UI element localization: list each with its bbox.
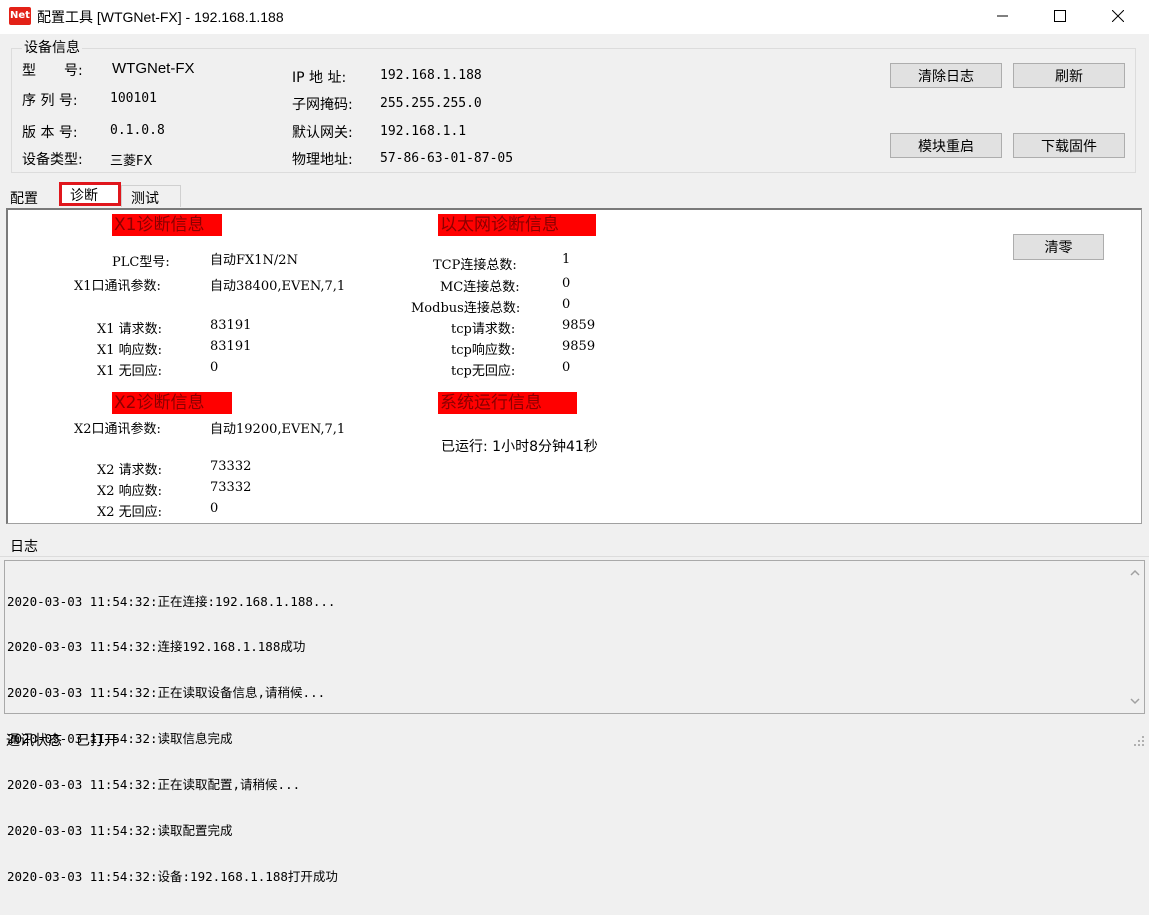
device-info-title: 设备信息 xyxy=(22,37,82,57)
status-value: 已打开 xyxy=(76,733,118,749)
x1-noresp-label: X1 无回应: xyxy=(97,364,163,379)
restart-button[interactable]: 模块重启 xyxy=(890,133,1002,158)
maximize-icon xyxy=(1054,10,1066,22)
type-value: 三菱FX xyxy=(110,154,153,169)
x1-resp-label: X1 响应数: xyxy=(97,343,163,358)
log-scrollbar[interactable] xyxy=(1126,561,1144,713)
ip-label: IP 地 址: xyxy=(292,70,347,86)
type-label: 设备类型: xyxy=(22,152,83,168)
status-bar: 通讯状态 已打开 xyxy=(0,727,1149,750)
ethernet-diag-header: 以太网诊断信息 xyxy=(438,214,596,236)
mask-label: 子网掩码: xyxy=(292,97,353,113)
mc-total-value: 0 xyxy=(562,276,571,291)
tcp-total-value: 1 xyxy=(562,252,571,267)
x2-resp-value: 73332 xyxy=(210,480,252,495)
gateway-value: 192.168.1.1 xyxy=(380,124,467,139)
scrollbar-arrows-icon xyxy=(1130,569,1140,705)
tcp-noresp-label: tcp无回应: xyxy=(451,364,516,379)
x1-params-value: 自动38400,EVEN,7,1 xyxy=(210,279,346,294)
x2-params-value: 自动19200,EVEN,7,1 xyxy=(210,422,346,437)
model-value: WTGNet-FX xyxy=(112,60,195,77)
x2-params-label: X2口通讯参数: xyxy=(74,422,161,437)
x1-diag-header: X1诊断信息 xyxy=(112,214,222,236)
mc-total-label: MC连接总数: xyxy=(440,280,520,295)
clear-log-button[interactable]: 清除日志 xyxy=(890,63,1002,88)
x1-noresp-value: 0 xyxy=(210,360,219,375)
window-title: 配置工具 [WTGNet-FX] - 192.168.1.188 xyxy=(37,9,284,25)
mac-label: 物理地址: xyxy=(292,152,353,168)
maximize-button[interactable] xyxy=(1037,0,1083,32)
tcp-total-label: TCP连接总数: xyxy=(433,258,517,273)
log-textarea[interactable]: 2020-03-03 11:54:32:正在连接:192.168.1.188..… xyxy=(4,560,1145,884)
log-line: 2020-03-03 11:54:32:读取配置完成 xyxy=(7,823,233,839)
resize-grip-icon[interactable] xyxy=(1133,735,1145,747)
tcp-resp-value: 9859 xyxy=(562,339,596,354)
x1-req-label: X1 请求数: xyxy=(97,322,163,337)
x2-req-value: 73332 xyxy=(210,459,252,474)
download-firmware-button[interactable]: 下载固件 xyxy=(1013,133,1125,158)
tab-diagnostics[interactable]: 诊断 xyxy=(70,185,98,205)
x2-noresp-value: 0 xyxy=(210,501,219,516)
x2-req-label: X2 请求数: xyxy=(97,463,163,478)
log-line: 2020-03-03 11:54:32:设备:192.168.1.188打开成功 xyxy=(7,868,338,884)
gateway-label: 默认网关: xyxy=(292,125,353,141)
plc-model-value: 自动FX1N/2N xyxy=(210,253,298,268)
tab-config[interactable]: 配置 xyxy=(10,188,38,208)
ip-value: 192.168.1.188 xyxy=(380,68,482,83)
model-label: 型 号: xyxy=(22,63,83,79)
close-button[interactable] xyxy=(1095,0,1141,32)
mask-value: 255.255.255.0 xyxy=(380,96,482,111)
log-line: 2020-03-03 11:54:32:连接192.168.1.188成功 xyxy=(7,639,306,655)
minimize-button[interactable] xyxy=(980,0,1026,32)
serial-label: 序 列 号: xyxy=(22,93,78,109)
uptime-text: 已运行: 1小时8分钟41秒 xyxy=(441,439,598,455)
x1-req-value: 83191 xyxy=(210,318,252,333)
tab-test[interactable]: 测试 xyxy=(131,188,159,208)
log-line: 2020-03-03 11:54:32:正在连接:192.168.1.188..… xyxy=(7,593,336,609)
refresh-button[interactable]: 刷新 xyxy=(1013,63,1125,88)
x2-resp-label: X2 响应数: xyxy=(97,484,163,499)
log-line: 2020-03-03 11:54:32:正在读取配置,请稍候... xyxy=(7,777,301,793)
close-icon xyxy=(1112,10,1124,22)
tcp-req-value: 9859 xyxy=(562,318,596,333)
x2-diag-header: X2诊断信息 xyxy=(112,392,232,414)
serial-value: 100101 xyxy=(110,91,157,106)
system-info-header: 系统运行信息 xyxy=(438,392,577,414)
x2-noresp-label: X2 无回应: xyxy=(97,505,163,520)
plc-model-label: PLC型号: xyxy=(112,255,170,270)
clear-zero-button[interactable]: 清零 xyxy=(1013,234,1104,260)
modbus-total-label: Modbus连接总数: xyxy=(411,301,521,316)
tcp-noresp-value: 0 xyxy=(562,360,571,375)
log-title: 日志 xyxy=(10,539,38,555)
tcp-resp-label: tcp响应数: xyxy=(451,343,516,358)
modbus-total-value: 0 xyxy=(562,297,571,312)
title-bar: Net 配置工具 [WTGNet-FX] - 192.168.1.188 xyxy=(0,0,1149,34)
x1-params-label: X1口通讯参数: xyxy=(74,279,161,294)
log-divider xyxy=(0,556,1149,557)
status-label: 通讯状态 xyxy=(6,733,62,749)
version-label: 版 本 号: xyxy=(22,125,78,141)
x1-resp-value: 83191 xyxy=(210,339,252,354)
version-value: 0.1.0.8 xyxy=(110,123,165,138)
mac-value: 57-86-63-01-87-05 xyxy=(380,151,514,166)
minimize-icon xyxy=(997,15,1008,17)
log-line: 2020-03-03 11:54:32:正在读取设备信息,请稍候... xyxy=(7,685,326,701)
tcp-req-label: tcp请求数: xyxy=(451,322,516,337)
diagnostics-panel xyxy=(6,208,1142,524)
app-icon: Net xyxy=(9,7,31,25)
